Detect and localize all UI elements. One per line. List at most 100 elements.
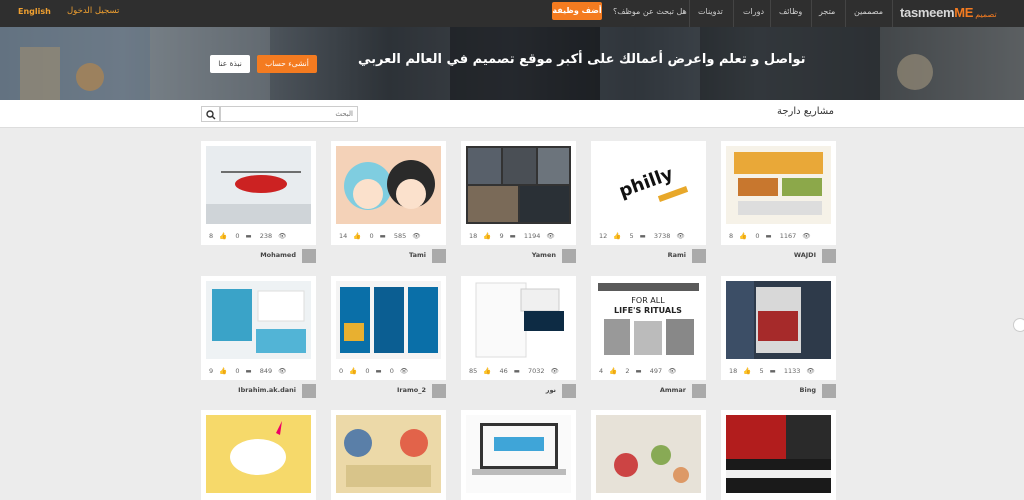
project-card[interactable]: 14 👍 0 ▬ 585 👁 [331, 141, 446, 245]
comment-icon: ▬ [513, 367, 520, 375]
project-thumbnail[interactable]: FOR ALLLIFE'S RITUALS [596, 281, 701, 359]
project-card[interactable] [721, 410, 836, 500]
author-avatar[interactable] [432, 384, 446, 398]
project-author[interactable]: Tami [331, 249, 446, 263]
eye-icon: 👁 [668, 367, 677, 375]
comment-icon: ▬ [639, 232, 646, 240]
author-name[interactable]: Bing [800, 386, 816, 394]
author-name[interactable]: Ammar [660, 386, 686, 394]
side-toggle-icon[interactable] [1013, 318, 1024, 332]
likes-count: 18 [469, 232, 478, 240]
search-input[interactable] [220, 106, 358, 122]
author-avatar[interactable] [692, 384, 706, 398]
project-stats: 18 👍 5 ▬ 1133 👁 [729, 367, 821, 375]
author-name[interactable]: Ibrahim.ak.dani [238, 386, 296, 394]
projects-toolbar: مشاريع دارجة [0, 100, 1024, 128]
project-card[interactable]: FOR ALL LIFE'S RITUALS 4 👍 2 ▬ 497 👁 [591, 276, 706, 380]
project-stats: 4 👍 2 ▬ 497 👁 [599, 367, 682, 375]
eye-icon: 👁 [412, 232, 421, 240]
project-card[interactable]: 18 👍 5 ▬ 1133 👁 [721, 276, 836, 380]
project-author[interactable]: Mohamed [201, 249, 316, 263]
project-author[interactable]: نور [461, 384, 576, 398]
project-card[interactable] [591, 410, 706, 500]
project-card[interactable]: 9 👍 0 ▬ 849 👁 [201, 276, 316, 380]
project-thumbnail[interactable] [336, 281, 441, 359]
author-name[interactable]: Iramo_2 [397, 386, 426, 394]
comments-count: 0 [365, 367, 370, 375]
project-card[interactable] [461, 410, 576, 500]
project-author[interactable]: Ammar [591, 384, 706, 398]
author-name[interactable]: Rami [668, 251, 686, 259]
project-thumbnail[interactable] [206, 281, 311, 359]
author-name[interactable]: Yamen [532, 251, 556, 259]
project-thumbnail[interactable] [466, 146, 571, 224]
views-count: 585 [393, 232, 407, 240]
views-count: 1194 [523, 232, 541, 240]
project-card[interactable]: 85 👍 46 ▬ 7032 👁 [461, 276, 576, 380]
author-avatar[interactable] [302, 249, 316, 263]
project-thumbnail[interactable] [206, 415, 311, 493]
project-thumbnail[interactable]: philly [596, 146, 701, 224]
project-card[interactable]: 8 👍 0 ▬ 1167 👁 [721, 141, 836, 245]
project-author[interactable]: Yamen [461, 249, 576, 263]
author-name[interactable]: Tami [409, 251, 426, 259]
eye-icon: 👁 [546, 232, 555, 240]
project-card[interactable]: 0 👍 0 ▬ 0 👁 [331, 276, 446, 380]
project-thumbnail[interactable] [726, 281, 831, 359]
svg-text:LIFE'S RITUALS: LIFE'S RITUALS [614, 306, 682, 315]
nav-blogs-link[interactable]: تدوينات [698, 7, 723, 16]
nav-courses-link[interactable]: دورات [743, 7, 764, 16]
project-thumbnail[interactable] [596, 415, 701, 493]
author-name[interactable]: Mohamed [260, 251, 296, 259]
project-thumbnail[interactable] [336, 415, 441, 493]
nav-store-link[interactable]: متجر [819, 7, 835, 16]
author-avatar[interactable] [822, 384, 836, 398]
author-avatar[interactable] [562, 249, 576, 263]
project-author[interactable]: Iramo_2 [331, 384, 446, 398]
project-stats: 14 👍 0 ▬ 585 👁 [339, 232, 427, 240]
project-thumbnail[interactable] [726, 415, 831, 493]
search-button[interactable] [201, 106, 220, 122]
author-avatar[interactable] [692, 249, 706, 263]
project-thumbnail[interactable] [206, 146, 311, 224]
language-switch[interactable]: English [18, 7, 51, 16]
project-stats: 18 👍 9 ▬ 1194 👁 [469, 232, 561, 240]
about-button[interactable]: نبذة عنا [210, 55, 250, 73]
project-author[interactable]: WAJDI [721, 249, 836, 263]
project-card[interactable] [201, 410, 316, 500]
signup-button[interactable]: أنشىء حساب [257, 55, 317, 73]
comment-icon: ▬ [245, 367, 252, 375]
project-stats: 0 👍 0 ▬ 0 👁 [339, 367, 414, 375]
login-link[interactable]: تسجيل الدخول [67, 6, 119, 16]
add-job-button[interactable]: أضف وظيفة [552, 2, 602, 20]
author-avatar[interactable] [302, 384, 316, 398]
project-author[interactable]: Ibrahim.ak.dani [201, 384, 316, 398]
project-card[interactable]: 18 👍 9 ▬ 1194 👁 [461, 141, 576, 245]
thumbs-up-icon: 👍 [353, 232, 362, 240]
site-logo[interactable]: tasmeemME تصميم [900, 5, 997, 20]
project-card[interactable]: philly 12 👍 5 ▬ 3738 👁 [591, 141, 706, 245]
nav-divider [689, 0, 690, 27]
project-author[interactable]: Bing [721, 384, 836, 398]
project-thumbnail[interactable] [336, 146, 441, 224]
nav-jobs-link[interactable]: وظائف [779, 7, 802, 16]
comments-count: 46 [499, 367, 508, 375]
author-name[interactable]: نور [546, 386, 556, 394]
project-card[interactable] [331, 410, 446, 500]
nav-divider [811, 0, 812, 27]
views-count: 497 [649, 367, 663, 375]
author-avatar[interactable] [432, 249, 446, 263]
nav-hire-link[interactable]: هل تبحث عن موظف؟ [613, 7, 687, 16]
project-thumbnail[interactable] [466, 415, 571, 493]
author-name[interactable]: WAJDI [794, 251, 816, 259]
project-thumbnail[interactable] [726, 146, 831, 224]
project-thumbnail[interactable] [466, 281, 571, 359]
nav-designers-link[interactable]: مصممين [854, 7, 883, 16]
views-count: 7032 [527, 367, 545, 375]
author-avatar[interactable] [822, 249, 836, 263]
likes-count: 18 [729, 367, 738, 375]
project-author[interactable]: Rami [591, 249, 706, 263]
nav-divider [892, 0, 893, 27]
project-card[interactable]: 8 👍 0 ▬ 238 👁 [201, 141, 316, 245]
author-avatar[interactable] [562, 384, 576, 398]
